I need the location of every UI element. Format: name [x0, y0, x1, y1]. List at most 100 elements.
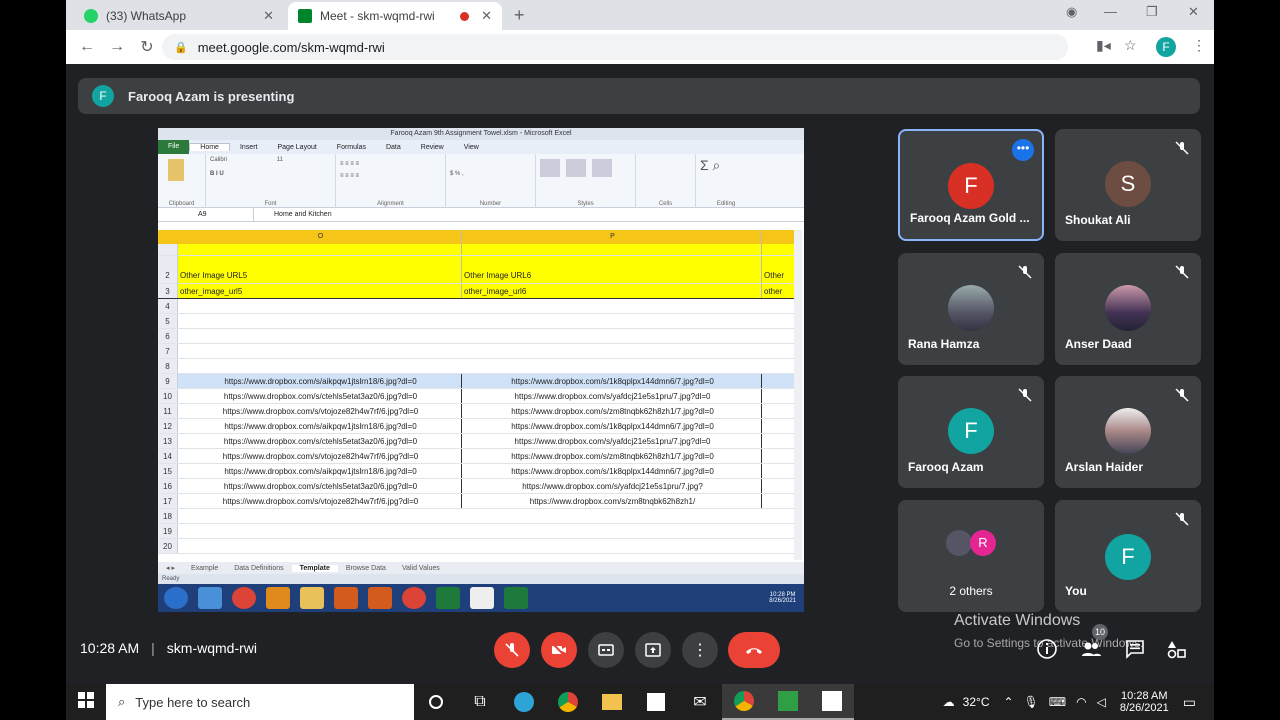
start-button[interactable]: [66, 691, 106, 713]
table-row: 9 https://www.dropbox.com/s/aikpqw1jtslrn…: [158, 374, 794, 389]
tab-label: (33) WhatsApp: [106, 9, 187, 23]
camtasia-icon: [470, 587, 494, 609]
more-options-icon[interactable]: •••: [1012, 139, 1034, 161]
sheet-tab: Valid Values: [401, 564, 440, 572]
ribbon-group: ≡ ≡ ≡ ≡ ≡ ≡ ≡ ≡ Alignment: [336, 154, 446, 208]
ribbon-group: $ % , Number: [446, 154, 536, 208]
volume-icon[interactable]: ◁: [1097, 695, 1106, 709]
group-label: Cells: [658, 201, 673, 207]
reload-icon[interactable]: ↻: [138, 37, 156, 57]
excel-tab-file: File: [158, 140, 190, 154]
participant-tile[interactable]: R 2 others: [898, 500, 1044, 612]
mic-off-icon: [1175, 512, 1189, 526]
mic-off-icon: [1175, 141, 1189, 155]
info-icon[interactable]: [1036, 638, 1058, 660]
wifi-icon[interactable]: ◠: [1076, 695, 1086, 709]
menu-icon[interactable]: ⋮: [1192, 37, 1206, 54]
participant-tile[interactable]: F Farooq Azam: [898, 376, 1044, 488]
cell: https://www.dropbox.com/s/zm8tnqbk62h8zh…: [462, 404, 762, 418]
mic-off-icon: [1018, 265, 1032, 279]
chevron-up-icon[interactable]: ⌃: [1003, 695, 1013, 709]
camtasia-recorder-icon[interactable]: [810, 684, 854, 720]
store-icon[interactable]: [634, 684, 678, 720]
mic-toggle-button[interactable]: [494, 632, 530, 668]
bookmark-star-icon[interactable]: ☆: [1124, 37, 1137, 54]
weather-icon[interactable]: ☁: [943, 695, 955, 709]
captions-button[interactable]: [588, 632, 624, 668]
profile-avatar[interactable]: F: [1156, 37, 1176, 57]
new-tab-icon[interactable]: +: [514, 5, 525, 26]
participant-tile[interactable]: F You: [1055, 500, 1201, 612]
present-button[interactable]: [635, 632, 671, 668]
edge-icon[interactable]: [502, 684, 546, 720]
chat-icon[interactable]: [1124, 638, 1146, 660]
table-row: 18: [158, 509, 794, 524]
participant-tile[interactable]: Arslan Haider: [1055, 376, 1201, 488]
more-options-button[interactable]: ⋮: [682, 632, 718, 668]
restore-icon[interactable]: ❐: [1146, 4, 1158, 20]
participant-tile[interactable]: S Shoukat Ali: [1055, 129, 1201, 241]
forward-icon[interactable]: →: [108, 38, 126, 56]
close-icon[interactable]: ✕: [263, 8, 274, 24]
leave-call-button[interactable]: [728, 632, 780, 668]
keyboard-icon[interactable]: ⌨: [1049, 695, 1066, 709]
tab-whatsapp[interactable]: (33) WhatsApp ✕: [74, 2, 284, 30]
meet-icon: [298, 9, 312, 23]
cell: Other: [764, 271, 785, 280]
chrome-icon[interactable]: [722, 684, 766, 720]
taskbar-search[interactable]: ⌕ Type here to search: [106, 684, 414, 720]
close-icon[interactable]: ✕: [481, 8, 492, 24]
task-view-icon[interactable]: ⧉: [458, 684, 502, 720]
captions-icon: [598, 644, 614, 656]
tab-meet[interactable]: Meet - skm-wqmd-rwi ✕: [288, 2, 502, 30]
sheet-tab: Example: [190, 564, 219, 572]
participant-tile[interactable]: ••• F Farooq Azam Gold ...: [898, 129, 1044, 241]
spreadsheet-grid: OP 2 Other Image URL5 Other Image URL6 Othe…: [158, 230, 794, 554]
clock[interactable]: 10:28 AM 8/26/2021: [1120, 690, 1169, 714]
row-number: 13: [158, 434, 178, 448]
table-row: 12 https://www.dropbox.com/s/aikpqw1jtslr…: [158, 419, 794, 434]
minimize-icon[interactable]: —: [1104, 4, 1117, 19]
table-row: 4: [158, 299, 794, 314]
chrome-icon[interactable]: [546, 684, 590, 720]
mail-icon[interactable]: ✉: [678, 684, 722, 720]
participant-tile[interactable]: Anser Daad: [1055, 253, 1201, 365]
cell: https://www.dropbox.com/s/aikpqw1jtslrn1…: [178, 374, 462, 388]
camera-icon[interactable]: ▮◂: [1096, 37, 1111, 54]
excel-tab-insert: Insert: [239, 143, 258, 151]
people-icon[interactable]: [1080, 638, 1102, 660]
browser-chrome: (33) WhatsApp ✕ Meet - skm-wqmd-rwi ✕ + …: [66, 0, 1214, 64]
app-icon: [334, 587, 358, 609]
participant-name: 2 others: [949, 584, 993, 598]
presenter-avatar: F: [92, 85, 114, 107]
file-explorer-icon[interactable]: [590, 684, 634, 720]
url-input[interactable]: 🔒 meet.google.com/skm-wqmd-rwi: [162, 34, 1068, 60]
tab-label: Meet - skm-wqmd-rwi: [320, 9, 435, 23]
cell: https://www.dropbox.com/s/aikpqw1jtslrn1…: [178, 419, 462, 433]
cell: other: [764, 287, 783, 296]
ribbon-group: Calibri 11 B I U Font: [206, 154, 336, 208]
camera-toggle-button[interactable]: [541, 632, 577, 668]
search-placeholder: Type here to search: [135, 694, 251, 710]
excel-tab-pagelayout: Page Layout: [277, 143, 317, 151]
table-row: 17 https://www.dropbox.com/s/vtojoze82h4w…: [158, 494, 794, 509]
table-row: 16 https://www.dropbox.com/s/ctehls5etat3…: [158, 479, 794, 494]
mic-icon[interactable]: 🎙: [1024, 695, 1039, 709]
cortana-icon[interactable]: [414, 684, 458, 720]
app-icon: [368, 587, 392, 609]
sheet-tab: Data Definitions: [234, 564, 284, 572]
participant-name: Shoukat Ali: [1065, 213, 1131, 227]
row-number: 11: [158, 404, 178, 418]
left-border: [0, 0, 66, 684]
window-close-icon[interactable]: ✕: [1188, 4, 1199, 20]
ribbon-group: Cells: [636, 154, 696, 208]
tab-search-icon[interactable]: ◉: [1066, 4, 1077, 20]
camtasia-icon[interactable]: [766, 684, 810, 720]
back-icon[interactable]: ←: [78, 38, 96, 56]
activities-icon[interactable]: [1166, 638, 1188, 660]
row-number: 9: [158, 374, 178, 388]
excel-status: Ready: [158, 574, 804, 584]
participant-tile[interactable]: Rana Hamza: [898, 253, 1044, 365]
notification-icon[interactable]: ▭: [1183, 694, 1196, 711]
participant-name: Farooq Azam Gold ...: [910, 211, 1030, 225]
